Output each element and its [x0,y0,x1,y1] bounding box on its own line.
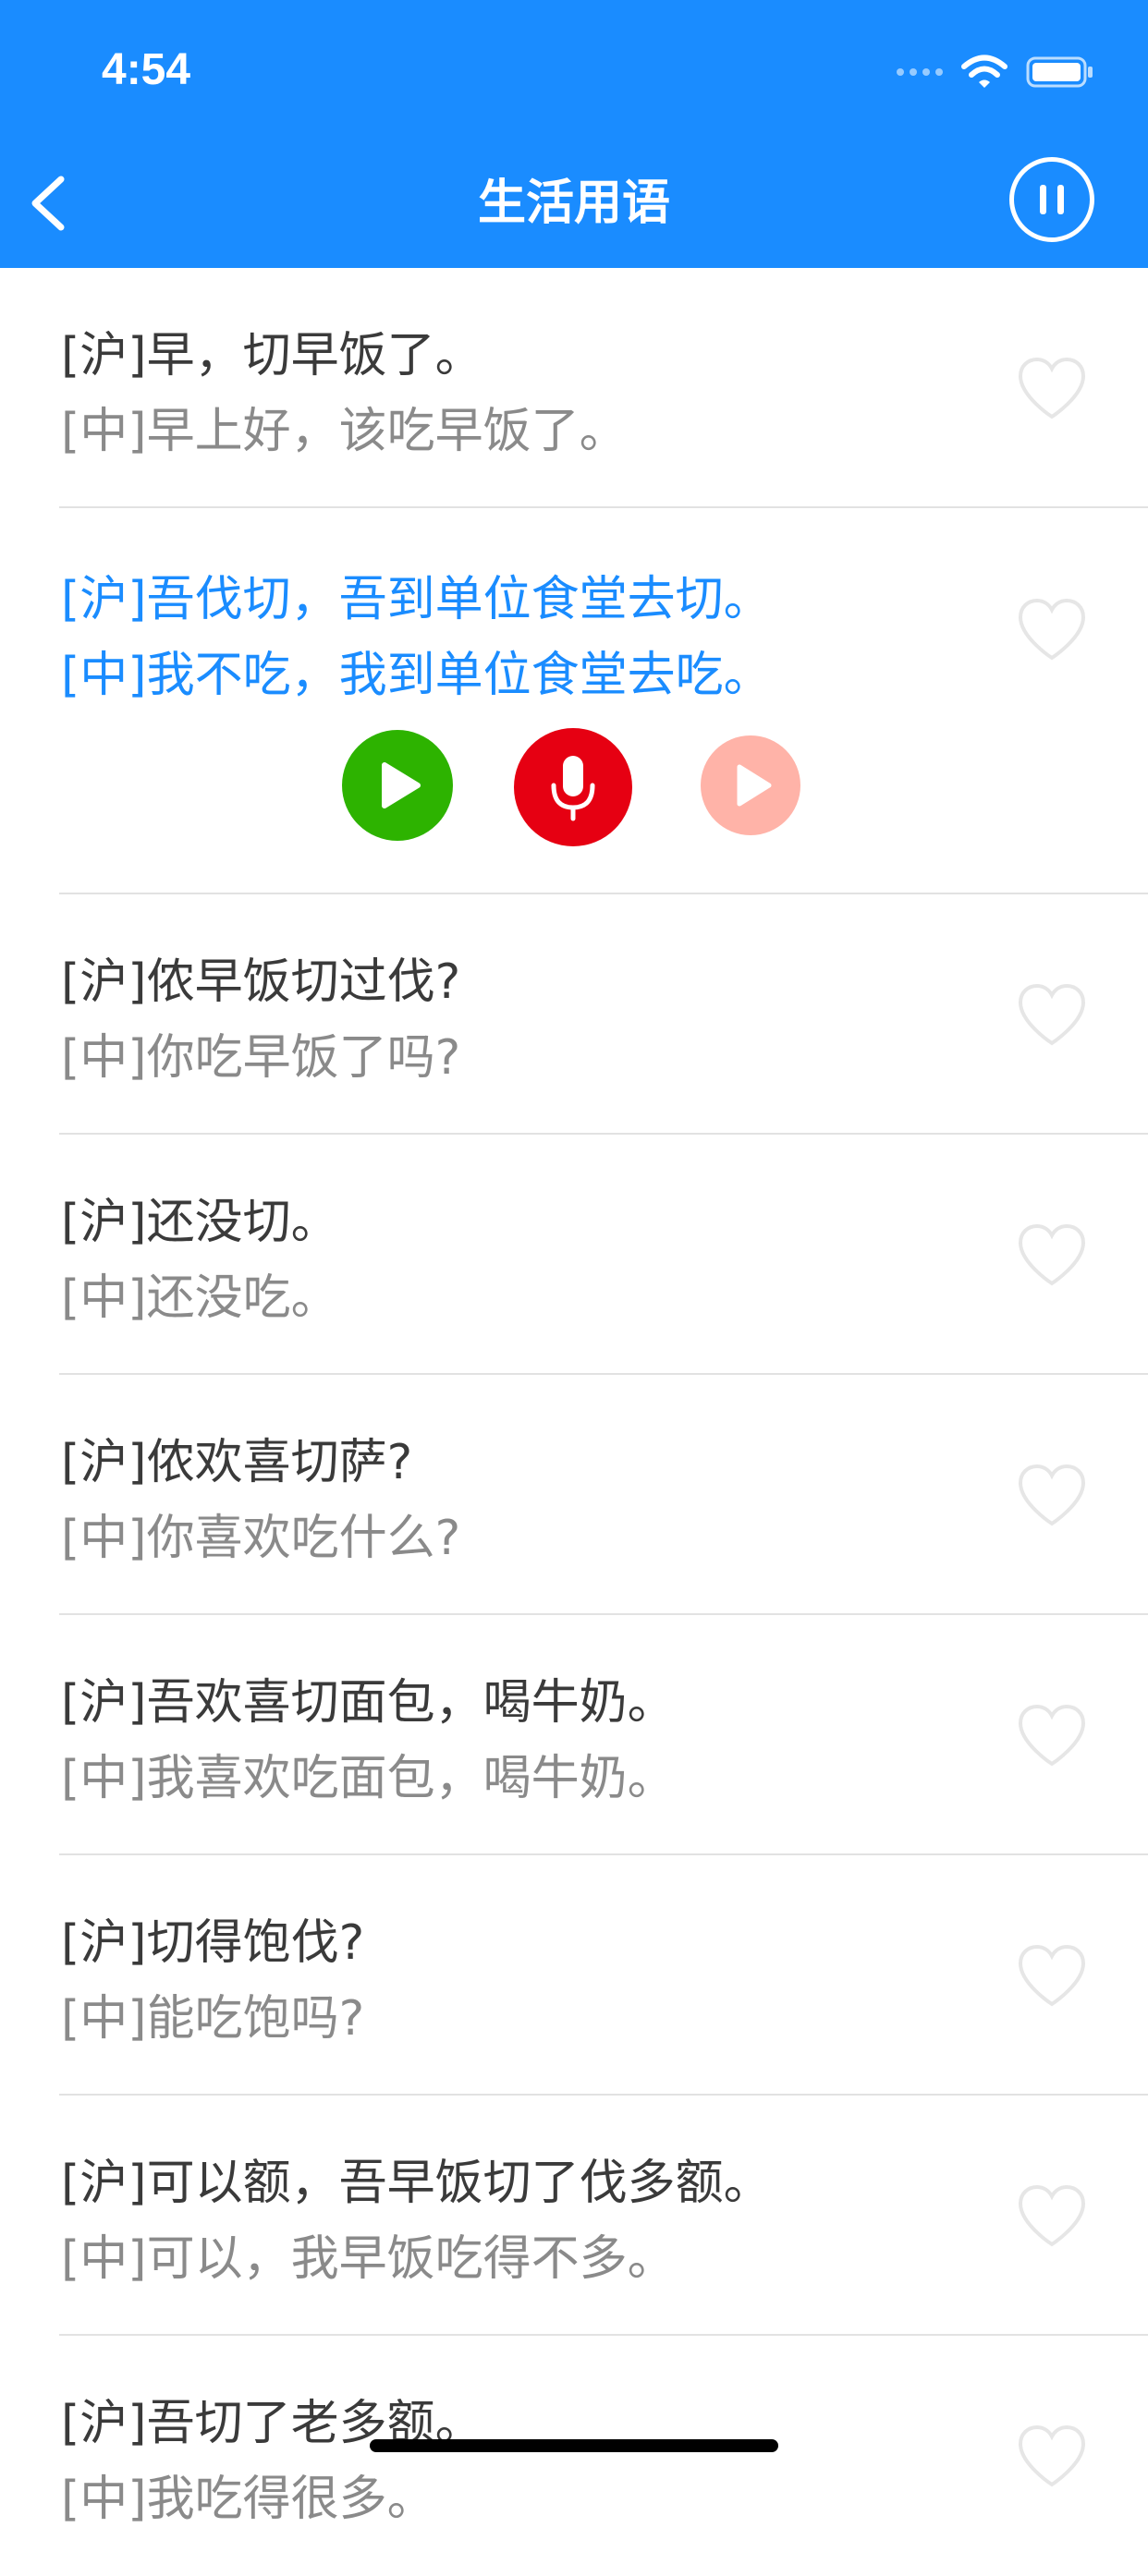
home-indicator[interactable] [370,2439,778,2452]
phrase-shanghainese: [沪]侬早饭切过伐? [61,954,461,1010]
phrase-mandarin: [中]我吃得很多。 [61,2472,435,2527]
heart-icon[interactable] [1015,1463,1089,1529]
page-title: 生活用语 [477,176,670,231]
list-item[interactable]: [沪]吾欢喜切面包，喝牛奶。 [中]我喜欢吃面包，喝牛奶。 [0,1615,1148,1855]
phrase-list: [沪]早，切早饭了。 [中]早上好，该吃早饭了。 [沪]吾伐切，吾到单位食堂去切… [0,268,1148,2576]
heart-icon[interactable] [1015,597,1089,663]
audio-controls [0,728,1148,850]
phrase-shanghainese: [沪]侬欢喜切萨? [61,1435,413,1490]
heart-icon[interactable] [1015,1222,1089,1289]
play-icon [382,762,421,808]
phrase-mandarin: [中]你喜欢吃什么? [61,1511,461,1566]
list-item-selected[interactable]: [沪]吾伐切，吾到单位食堂去切。 [中]我不吃，我到单位食堂去吃。 [0,508,1148,894]
record-button[interactable] [514,728,632,846]
phrase-shanghainese: [沪]吾伐切，吾到单位食堂去切。 [61,572,772,627]
list-item[interactable]: [沪]还没切。 [中]还没吃。 [0,1135,1148,1375]
list-item[interactable]: [沪]吾切了老多额。 [中]我吃得很多。 [0,2336,1148,2576]
heart-icon[interactable] [1015,2424,1089,2490]
heart-icon[interactable] [1015,1943,1089,2010]
playback-recording-button[interactable] [701,735,800,835]
phrase-shanghainese: [沪]切得饱伐? [61,1915,365,1971]
status-time: 4:54 [102,45,191,94]
phrase-shanghainese: [沪]可以额，吾早饭切了伐多额。 [61,2156,772,2211]
list-item[interactable]: [沪]早，切早饭了。 [中]早上好，该吃早饭了。 [0,268,1148,508]
phrase-shanghainese: [沪]吾欢喜切面包，喝牛奶。 [61,1675,676,1731]
phrase-mandarin: [中]我喜欢吃面包，喝牛奶。 [61,1751,676,1806]
microphone-icon [551,756,595,821]
list-item[interactable]: [沪]切得饱伐? [中]能吃饱吗? [0,1855,1148,2096]
phrase-mandarin: [中]能吃饱吗? [61,1991,365,2047]
nav-bar: 4:54 生活用语 [0,0,1148,268]
phrase-shanghainese: [沪]还没切。 [61,1195,339,1250]
play-button[interactable] [342,730,453,841]
list-item[interactable]: [沪]侬早饭切过伐? [中]你吃早饭了吗? [0,894,1148,1135]
status-icons [897,54,1094,91]
phrase-mandarin: [中]你吃早饭了吗? [61,1030,461,1086]
heart-icon[interactable] [1015,1703,1089,1769]
list-item[interactable]: [沪]侬欢喜切萨? [中]你喜欢吃什么? [0,1375,1148,1615]
wifi-icon [961,55,1008,88]
cellular-signal-icon [897,68,943,76]
play-icon [737,764,772,807]
heart-icon[interactable] [1015,982,1089,1049]
phrase-mandarin: [中]早上好，该吃早饭了。 [61,404,628,459]
heart-icon[interactable] [1015,356,1089,422]
battery-icon [1026,56,1093,88]
phrase-shanghainese: [沪]早，切早饭了。 [61,328,483,383]
list-item[interactable]: [沪]可以额，吾早饭切了伐多额。 [中]可以，我早饭吃得不多。 [0,2096,1148,2336]
phrase-mandarin: [中]可以，我早饭吃得不多。 [61,2231,676,2287]
pause-button[interactable] [1009,157,1094,242]
heart-icon[interactable] [1015,2183,1089,2250]
phrase-mandarin: [中]还没吃。 [61,1270,339,1326]
phrase-mandarin: [中]我不吃，我到单位食堂去吃。 [61,648,772,703]
